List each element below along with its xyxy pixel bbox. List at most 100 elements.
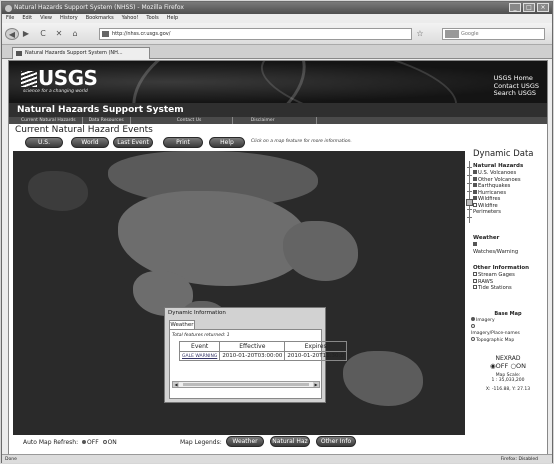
nexrad-on-radio[interactable]: ○ON [510,362,526,370]
checkbox-icon[interactable] [473,196,477,200]
stop-icon[interactable]: ✕ [54,28,64,40]
maximize-icon[interactable]: □ [523,3,535,12]
checkbox-icon[interactable] [473,285,477,289]
usgs-waves-icon [21,71,37,87]
forward-icon[interactable]: ▶ [21,28,31,40]
menu-help[interactable]: Help [167,14,178,23]
us-button[interactable]: U.S. [25,137,63,148]
zoom-slider[interactable] [466,161,473,223]
radio-imagery[interactable]: Imagery [471,317,545,324]
back-icon[interactable]: ◀ [5,28,19,40]
map-toolbar: U.S. World Last Event Print Help Click o… [25,137,525,149]
horizontal-scrollbar[interactable]: ◀ ▶ [172,381,320,388]
site-nav: Current Natural Hazards Data Resources C… [9,117,547,124]
checkbox-icon[interactable] [473,272,477,276]
usgs-tagline: science for a changing world [23,89,88,94]
page-content: USGS science for a changing world USGS H… [8,60,548,455]
radio-imagery-placenames[interactable]: Imagery/Place-names [471,324,545,337]
checkbox-icon[interactable] [473,278,477,283]
expires-cell: 2010-01-20T11:30:0 [284,351,347,361]
zoom-tick [467,191,472,192]
checkbox-icon[interactable] [473,189,477,194]
refresh-off-radio[interactable] [82,440,87,444]
search-engine-icon[interactable] [445,30,459,38]
map-land [283,221,358,281]
status-text: Done [5,457,17,462]
table-header-row: Event Effective Expires [178,341,347,352]
scroll-right-icon[interactable]: ▶ [313,382,319,387]
window-title: Natural Hazards Support System (NHSS) - … [14,4,184,11]
legend-other-info-button[interactable]: Other Info [316,436,356,447]
map-footer: Auto Map Refresh: OFF ON Map Legends: We… [15,435,545,449]
checkbox-icon[interactable] [473,183,477,187]
zoom-track [469,161,470,223]
site-favicon [102,31,109,37]
map-scale: Map Scale: 1 : 35,033,200 X: -116.88, Y:… [471,373,545,392]
checkbox-icon[interactable] [473,202,477,207]
checkbox-wildfire-perimeters[interactable]: Wildfire Perimeters [473,202,521,216]
nav-data-resources[interactable]: Data Resources [83,117,131,124]
feature-count: Total features returned: 1 [172,333,230,338]
radio-icon[interactable] [471,317,475,321]
column-header-expires: Expires [284,341,347,352]
event-link[interactable]: GALE WARNING [178,351,221,361]
home-icon[interactable]: ⌂ [70,28,80,40]
menu-history[interactable]: History [60,14,78,23]
nav-current-natural-hazards[interactable]: Current Natural Hazards [15,117,83,124]
reload-icon[interactable]: C [38,28,48,40]
weather-section: Weather Watches/Warning [473,235,521,255]
nexrad-off-radio[interactable]: ◉OFF [490,362,508,370]
popup-body: Total features returned: 1 Event Effecti… [169,329,347,399]
auto-refresh: Auto Map Refresh: OFF ON [23,439,117,446]
site-title: Natural Hazards Support System [9,103,547,117]
nav-contact-us[interactable]: Contact Us [171,117,233,124]
last-event-button[interactable]: Last Event [113,137,153,148]
url-text: http://nhss.cr.usgs.gov/ [112,31,171,37]
cursor-coordinates: X: -116.88, Y: 27.13 [485,387,531,392]
address-bar[interactable]: http://nhss.cr.usgs.gov/ [99,28,412,40]
dynamic-data-title: Dynamic Data [473,149,534,159]
checkbox-icon[interactable] [473,242,477,246]
menu-bookmarks[interactable]: Bookmarks [86,14,114,23]
checkbox-watches-warning[interactable]: Watches/Warning [473,242,521,255]
map-hint: Click on a map feature for more informat… [251,139,352,144]
close-icon[interactable]: × [537,3,549,12]
radio-topographic-map[interactable]: Topographic Map [471,337,545,344]
world-button[interactable]: World [71,137,109,148]
bookmark-star-icon[interactable]: ☆ [415,28,425,40]
menu-file[interactable]: File [6,14,14,23]
checkbox-tide-stations[interactable]: Tide Stations [473,285,529,292]
menu-tools[interactable]: Tools [146,14,158,23]
menu-edit[interactable]: Edit [22,14,32,23]
scroll-thumb[interactable] [183,383,309,386]
legend-natural-haz-button[interactable]: Natural Haz [270,436,310,447]
status-bar: Done Firefox: Disabled [2,454,552,463]
tab-bar: Natural Hazards Support System (NH... [2,45,552,59]
nexrad-toggle: ◉OFF ○ON [471,362,545,370]
usgs-logo[interactable]: USGS [21,68,98,88]
search-box[interactable]: Google [442,28,545,40]
legend-weather-button[interactable]: Weather [226,436,264,447]
natural-hazards-section: Natural Hazards U.S. Volcanoes Other Vol… [473,163,523,216]
scroll-left-icon[interactable]: ◀ [173,382,179,387]
radio-icon[interactable] [471,337,475,341]
checkbox-icon[interactable] [473,176,477,181]
zoom-knob[interactable] [466,199,473,206]
tab-label: Natural Hazards Support System (NH... [25,50,123,56]
print-button[interactable]: Print [163,137,203,148]
radio-icon[interactable] [471,324,475,328]
popup-title: Dynamic Information [168,310,226,316]
browser-tab[interactable]: Natural Hazards Support System (NH... [12,47,150,59]
menu-yahoo[interactable]: Yahoo! [122,14,139,23]
help-button[interactable]: Help [209,137,245,148]
nav-disclaimer[interactable]: Disclaimer [245,117,317,124]
refresh-on-radio[interactable] [102,440,107,444]
minimize-icon[interactable]: _ [509,3,521,12]
checkbox-icon[interactable] [473,170,477,174]
section-heading: Other Information [473,265,530,271]
menu-view[interactable]: View [40,14,52,23]
status-right-text: Firefox: Disabled [500,457,538,462]
nexrad-section: NEXRAD ◉OFF ○ON Map Scale: 1 : 35,033,20… [471,355,545,392]
link-search-usgs[interactable]: Search USGS [494,89,539,98]
map-scale-value: 1 : 35,033,200 [491,378,525,383]
